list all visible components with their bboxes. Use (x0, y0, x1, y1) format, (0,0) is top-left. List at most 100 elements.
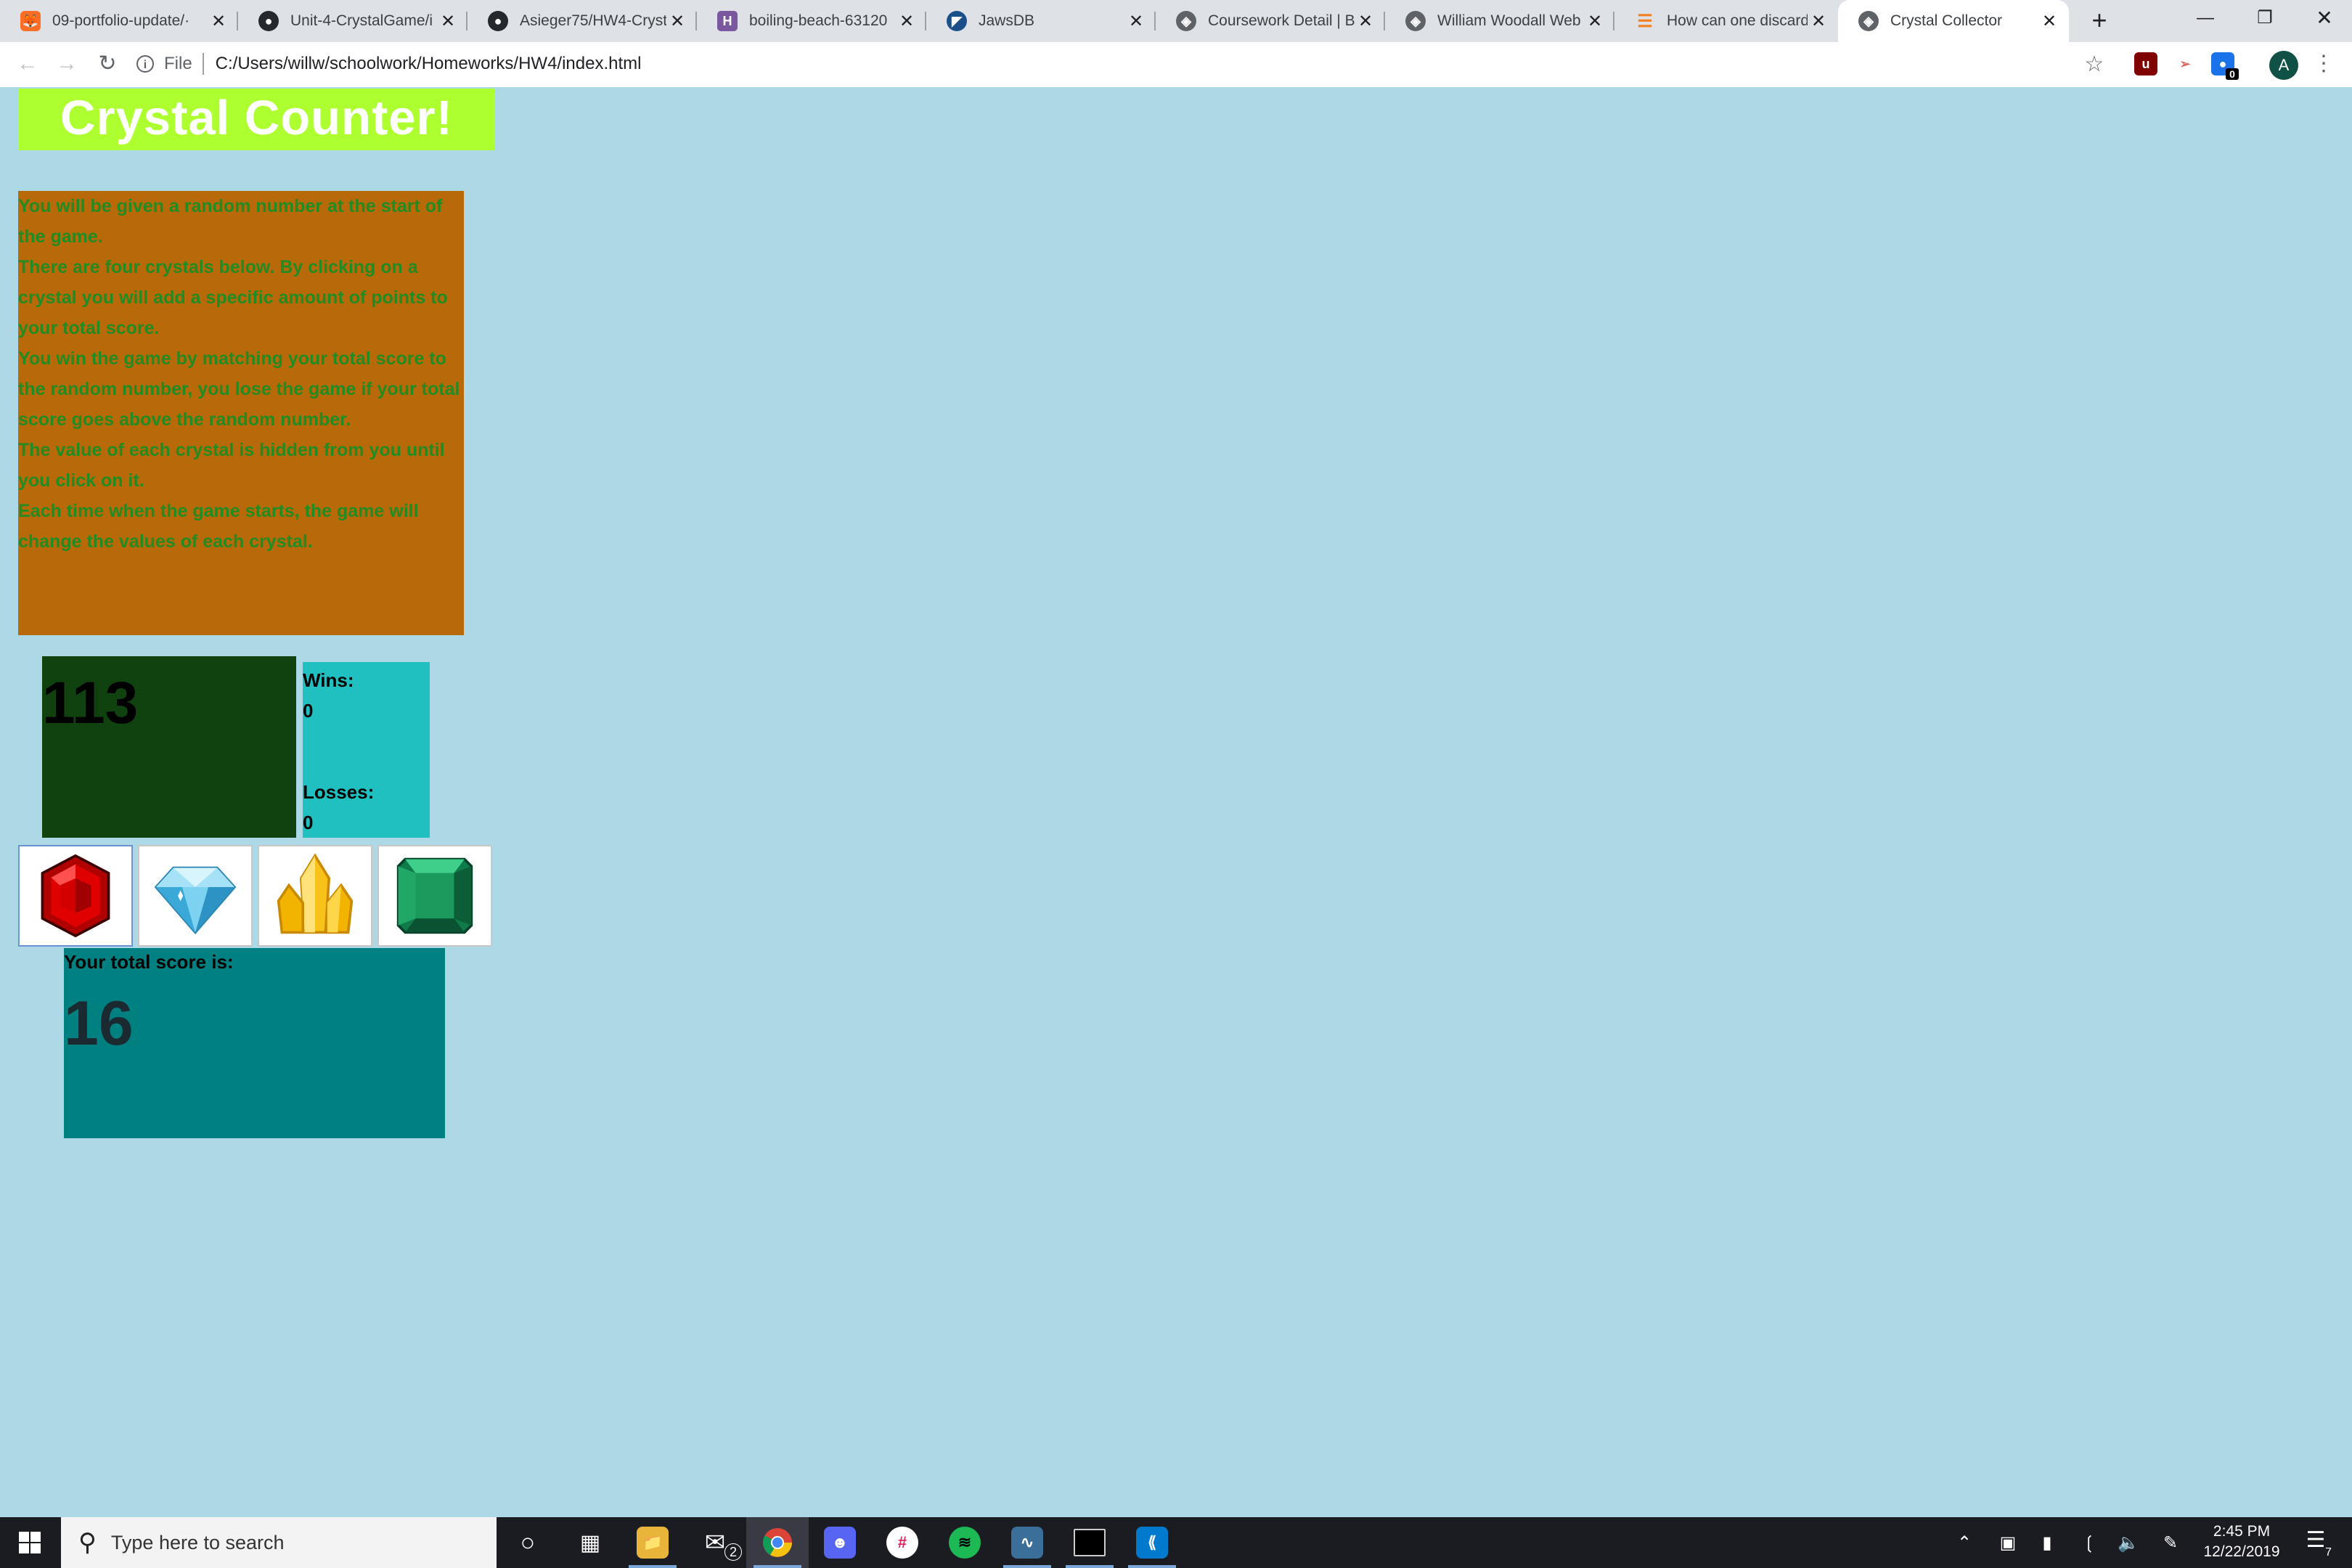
notification-count: 7 (2325, 1546, 2332, 1559)
losses-label: Losses: (303, 781, 375, 803)
pen-icon[interactable]: ✎ (2155, 1517, 2186, 1568)
tab-title: William Woodall Web (1437, 12, 1581, 29)
close-tab-icon[interactable]: ✕ (896, 11, 918, 32)
terminal-icon[interactable] (1058, 1517, 1121, 1568)
ruby-crystal-button[interactable] (18, 845, 133, 947)
windows-logo-icon (19, 1532, 41, 1553)
tab-title: 09-portfolio-update/· (52, 12, 190, 29)
github-icon: ● (488, 11, 508, 31)
wins-label: Wins: (303, 669, 354, 691)
instructions-panel: You will be given a random number at the… (18, 191, 464, 635)
browser-tab[interactable]: ● Asieger75/HW4-Cryst ✕ (467, 0, 697, 42)
close-tab-icon[interactable]: ✕ (2038, 11, 2060, 32)
browser-tab[interactable]: ◤ JawsDB ✕ (926, 0, 1156, 42)
browser-tab-active[interactable]: ◈ Crystal Collector ✕ (1838, 0, 2069, 42)
github-icon: ● (258, 11, 279, 31)
profile-avatar[interactable]: A (2269, 51, 2298, 80)
diamond-crystal-icon (154, 866, 237, 935)
menu-kebab-icon[interactable]: ⋮ (2313, 49, 2335, 78)
back-button[interactable]: ← (13, 49, 42, 78)
address-bar[interactable]: i File C:/Users/willw/schoolwork/Homewor… (136, 46, 2096, 81)
tab-title: Coursework Detail | B (1208, 12, 1355, 29)
close-tab-icon[interactable]: ✕ (1125, 11, 1147, 32)
close-tab-icon[interactable]: ✕ (1355, 11, 1376, 32)
tab-title: Asieger75/HW4-Cryst (520, 12, 666, 29)
extension-arrow-icon[interactable]: ➢ (2173, 52, 2197, 75)
extension-badge: 0 (2226, 68, 2239, 80)
discord-icon[interactable]: ☻ (809, 1517, 871, 1568)
page-title: Crystal Counter! (18, 89, 495, 150)
info-icon[interactable]: i (136, 55, 154, 73)
losses-count: 0 (303, 812, 314, 833)
clock-date: 12/22/2019 (2203, 1543, 2280, 1560)
wins-count: 0 (303, 700, 314, 722)
tray-display-icon[interactable]: ▣ (1992, 1517, 2024, 1568)
vscode-icon[interactable]: ⟪ (1121, 1517, 1183, 1568)
task-view-icon[interactable]: ▦ (559, 1517, 621, 1568)
globe-icon: ◈ (1405, 11, 1426, 31)
forward-button[interactable]: → (52, 49, 81, 78)
notification-center-icon[interactable]: ☰ 7 (2301, 1527, 2332, 1559)
new-tab-button[interactable]: + (2083, 4, 2115, 36)
close-tab-icon[interactable]: ✕ (208, 11, 229, 32)
browser-tab[interactable]: ● Unit-4-CrystalGame/i ✕ (238, 0, 467, 42)
ublock-icon[interactable]: u (2134, 52, 2157, 75)
tab-title: boiling-beach-63120 (749, 12, 888, 29)
taskbar-clock[interactable]: 2:45 PM 12/22/2019 (2191, 1522, 2292, 1562)
score-panel: Your total score is: 16 (64, 948, 445, 1138)
tab-title: JawsDB (979, 12, 1035, 29)
chrome-logo-icon (763, 1528, 792, 1557)
target-number: 113 (42, 656, 296, 838)
file-explorer-icon[interactable]: 📁 (621, 1517, 684, 1568)
instruction-line: There are four crystals below. By clicki… (18, 257, 448, 338)
browser-tab[interactable]: ◈ Coursework Detail | B ✕ (1156, 0, 1385, 42)
tab-title: Crystal Collector (1890, 12, 2003, 29)
globe-icon: ◈ (1176, 11, 1196, 31)
browser-tab[interactable]: H boiling-beach-63120 ✕ (697, 0, 926, 42)
mail-badge: 2 (724, 1543, 742, 1561)
start-button[interactable] (0, 1517, 60, 1568)
total-score: 16 (64, 989, 134, 1058)
instruction-line: You win the game by matching your total … (18, 348, 460, 430)
gitlab-icon: 🦊 (20, 11, 41, 31)
tab-title: How can one discard (1667, 12, 1808, 29)
tab-strip: 🦊 09-portfolio-update/· ✕ ● Unit-4-Cryst… (0, 0, 2352, 42)
restore-button[interactable]: ❐ (2231, 0, 2298, 36)
extension-badge-icon[interactable]: ● 0 (2211, 52, 2239, 80)
browser-tab[interactable]: 🦊 09-portfolio-update/· ✕ (0, 0, 238, 42)
url-text[interactable]: C:/Users/willw/schoolwork/Homeworks/HW4/… (216, 54, 642, 74)
battery-icon[interactable]: ▮ (2031, 1517, 2063, 1568)
search-icon: ⚲ (78, 1529, 97, 1556)
reload-button[interactable]: ↻ (93, 49, 122, 78)
search-placeholder: Type here to search (110, 1531, 285, 1553)
spotify-icon[interactable]: ≋ (934, 1517, 996, 1568)
diamond-crystal-button[interactable] (138, 845, 253, 947)
close-tab-icon[interactable]: ✕ (1584, 11, 1606, 32)
scheme-label: File (164, 54, 192, 73)
chrome-icon[interactable] (746, 1517, 809, 1568)
tray-overflow-icon[interactable]: ⌃ (1950, 1517, 1979, 1568)
browser-tab[interactable]: ◈ William Woodall Web ✕ (1385, 0, 1614, 42)
close-window-button[interactable]: ✕ (2291, 0, 2352, 36)
mail-icon[interactable]: ✉ 2 (684, 1517, 746, 1568)
cortana-icon[interactable]: ○ (497, 1517, 559, 1568)
taskbar-search[interactable]: ⚲ Type here to search (61, 1517, 497, 1568)
globe-icon: ◈ (1858, 11, 1879, 31)
bookmark-star-icon[interactable]: ☆ (2082, 52, 2107, 77)
windows-taskbar: ⚲ Type here to search ○ ▦ 📁 ✉ 2 ☻ # ≋ ∿ … (0, 1517, 2352, 1568)
close-tab-icon[interactable]: ✕ (437, 11, 459, 32)
close-tab-icon[interactable]: ✕ (1808, 11, 1829, 32)
minimize-button[interactable]: — (2172, 0, 2239, 36)
slack-icon[interactable]: # (871, 1517, 934, 1568)
emerald-crystal-button[interactable] (377, 845, 492, 947)
close-tab-icon[interactable]: ✕ (666, 11, 688, 32)
volume-icon[interactable]: 🔈 (2112, 1517, 2144, 1568)
citrine-crystal-icon (277, 853, 354, 934)
browser-tab[interactable]: ☰ How can one discard ✕ (1614, 0, 1838, 42)
page-viewport: Crystal Counter! You will be given a ran… (0, 87, 2352, 1517)
mysql-workbench-icon[interactable]: ∿ (996, 1517, 1058, 1568)
instruction-line: You will be given a random number at the… (18, 196, 443, 247)
citrine-crystal-button[interactable] (258, 845, 372, 947)
wifi-icon[interactable]: ❲ (2073, 1517, 2105, 1568)
win-loss-panel: Wins: 0 Losses: 0 (303, 662, 430, 838)
